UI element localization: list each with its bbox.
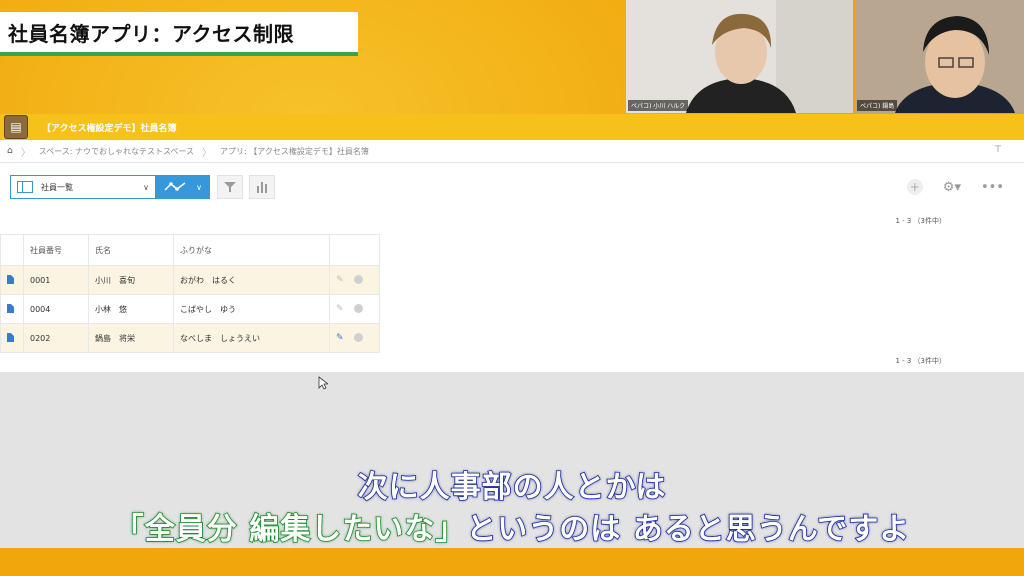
document-icon[interactable]: [7, 332, 14, 342]
video-title: 社員名簿アプリ：アクセス制限: [8, 21, 294, 46]
webcam-2-person: [855, 0, 1024, 113]
table-view-icon: [17, 181, 33, 193]
breadcrumb-separator: 〉: [202, 147, 213, 159]
app-icon[interactable]: ▤: [4, 115, 28, 139]
webcam-1: ペパコ) 小川 ハルク: [626, 0, 853, 113]
bottom-strip: [0, 548, 1024, 576]
app-header: ▤ 【アクセス権設定デモ】社員名簿: [0, 114, 1024, 140]
document-icon[interactable]: [7, 274, 14, 284]
table-header-row: 社員番号 氏名 ふりがな: [0, 234, 380, 266]
cell-id: 0202: [23, 323, 89, 353]
graph-button[interactable]: ∨: [156, 175, 210, 199]
gear-icon[interactable]: ⚙▾: [943, 180, 961, 195]
view-select[interactable]: 社員一覧 ∨: [10, 175, 156, 199]
table-header-icon-column: [0, 234, 24, 266]
cell-name: 鍋島 将栄: [88, 323, 174, 353]
table-row[interactable]: 0001 小川 喜旬 おがわ はるく ✎: [0, 265, 380, 295]
cell-id: 0004: [23, 294, 89, 324]
chart-button[interactable]: [249, 175, 275, 199]
column-header-kana[interactable]: ふりがな: [173, 234, 330, 266]
bar-chart-icon: [257, 182, 267, 193]
view-select-label: 社員一覧: [41, 182, 73, 192]
pencil-icon: ✎: [336, 275, 344, 285]
subtitle-quote: 「全員分 編集したいな」: [113, 511, 467, 548]
subtitle-rest: というのは あると思うんですよ: [465, 511, 911, 548]
table-row[interactable]: 0202 鍋島 将栄 なべしま しょうえい ✎: [0, 323, 380, 353]
cell-id: 0001: [23, 265, 89, 295]
cell-kana: なべしま しょうえい: [173, 323, 330, 353]
record-table: 社員番号 氏名 ふりがな 0001 小川 喜旬 おがわ はるく ✎ 0004 小…: [0, 234, 380, 353]
pencil-icon: ✎: [336, 304, 344, 314]
chevron-down-icon: ∨: [143, 182, 149, 192]
document-icon[interactable]: [7, 303, 14, 313]
delete-icon: [353, 333, 363, 342]
record-count-top: 1 - 3 （3件中）: [895, 217, 946, 225]
subtitle-line-2: 「全員分 編集したいな」というのは あると思うんですよ: [0, 504, 1024, 548]
more-icon[interactable]: •••: [981, 180, 1004, 195]
home-icon[interactable]: ⌂: [7, 146, 13, 156]
webcam-1-label: ペパコ) 小川 ハルク: [628, 100, 689, 111]
webcam-1-person: [626, 0, 853, 113]
delete-icon: [353, 275, 363, 284]
cell-kana: こばやし ゆう: [173, 294, 330, 324]
breadcrumb-app[interactable]: アプリ: 【アクセス権設定デモ】社員名簿: [220, 146, 369, 157]
pencil-icon[interactable]: ✎: [336, 333, 344, 343]
webcam-2: ペパコ) 鍋島: [855, 0, 1024, 113]
column-header-id[interactable]: 社員番号: [23, 234, 89, 266]
table-row[interactable]: 0004 小林 悠 こばやし ゆう ✎: [0, 294, 380, 324]
webcam-2-label: ペパコ) 鍋島: [857, 100, 898, 111]
breadcrumb-space[interactable]: スペース: ナウでおしゃれなテストスペース: [39, 146, 194, 157]
subtitle-line-1: 次に人事部の人とかは: [357, 469, 667, 506]
plus-icon[interactable]: +: [906, 179, 923, 195]
graph-icon: [164, 182, 186, 191]
delete-icon: [353, 304, 363, 313]
cell-name: 小川 喜旬: [88, 265, 174, 295]
chevron-down-icon: ∨: [196, 182, 202, 192]
record-count-bottom: 1 - 3 （3件中）: [895, 357, 946, 365]
kintone-app-window: ▤ 【アクセス権設定デモ】社員名簿 ⌂ 〉 スペース: ナウでおしゃれなテストス…: [0, 114, 1024, 372]
pin-icon[interactable]: ⊤: [994, 145, 1002, 155]
cell-kana: おがわ はるく: [173, 265, 330, 295]
toolbar: 社員一覧 ∨ ∨ + ⚙▾ •••: [0, 163, 1024, 211]
filter-button[interactable]: [217, 175, 243, 199]
filter-icon: [224, 182, 236, 192]
video-title-banner: 社員名簿アプリ：アクセス制限: [0, 12, 358, 56]
breadcrumb-separator: 〉: [20, 147, 31, 159]
table-header-actions-column: [329, 234, 380, 266]
app-title: 【アクセス権設定デモ】社員名簿: [42, 123, 177, 134]
cell-name: 小林 悠: [88, 294, 174, 324]
column-header-name[interactable]: 氏名: [88, 234, 174, 266]
mouse-cursor-icon: [318, 376, 328, 390]
toolbar-right-icons: + ⚙▾ •••: [906, 179, 1004, 195]
breadcrumb: ⌂ 〉 スペース: ナウでおしゃれなテストスペース 〉 アプリ: 【アクセス権設…: [0, 140, 1024, 163]
